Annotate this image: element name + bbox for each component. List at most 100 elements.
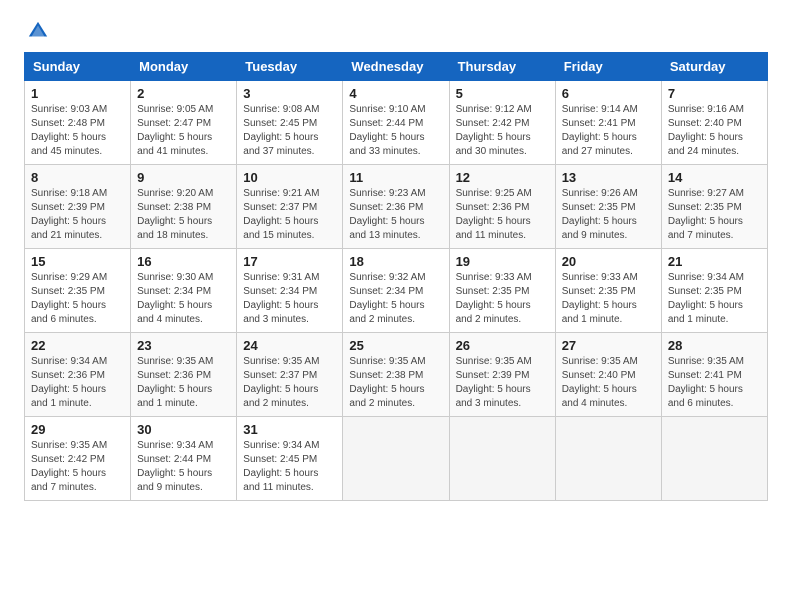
calendar-cell: 28 Sunrise: 9:35 AM Sunset: 2:41 PM Dayl…	[661, 333, 767, 417]
day-info: Sunrise: 9:21 AM Sunset: 2:37 PM Dayligh…	[243, 187, 336, 243]
calendar-cell: 27 Sunrise: 9:35 AM Sunset: 2:40 PM Dayl…	[555, 333, 661, 417]
day-number: 19	[456, 254, 549, 269]
day-info: Sunrise: 9:29 AM Sunset: 2:35 PM Dayligh…	[31, 271, 124, 327]
calendar-cell: 7 Sunrise: 9:16 AM Sunset: 2:40 PM Dayli…	[661, 81, 767, 165]
day-info: Sunrise: 9:33 AM Sunset: 2:35 PM Dayligh…	[456, 271, 549, 327]
calendar-cell: 20 Sunrise: 9:33 AM Sunset: 2:35 PM Dayl…	[555, 249, 661, 333]
day-header-tuesday: Tuesday	[237, 53, 343, 81]
day-number: 10	[243, 170, 336, 185]
day-number: 11	[349, 170, 442, 185]
calendar-cell: 17 Sunrise: 9:31 AM Sunset: 2:34 PM Dayl…	[237, 249, 343, 333]
day-info: Sunrise: 9:34 AM Sunset: 2:35 PM Dayligh…	[668, 271, 761, 327]
day-number: 17	[243, 254, 336, 269]
day-header-friday: Friday	[555, 53, 661, 81]
day-number: 7	[668, 86, 761, 101]
calendar-cell: 23 Sunrise: 9:35 AM Sunset: 2:36 PM Dayl…	[131, 333, 237, 417]
day-info: Sunrise: 9:31 AM Sunset: 2:34 PM Dayligh…	[243, 271, 336, 327]
day-info: Sunrise: 9:27 AM Sunset: 2:35 PM Dayligh…	[668, 187, 761, 243]
calendar-cell: 2 Sunrise: 9:05 AM Sunset: 2:47 PM Dayli…	[131, 81, 237, 165]
day-info: Sunrise: 9:18 AM Sunset: 2:39 PM Dayligh…	[31, 187, 124, 243]
calendar-cell: 15 Sunrise: 9:29 AM Sunset: 2:35 PM Dayl…	[25, 249, 131, 333]
day-info: Sunrise: 9:35 AM Sunset: 2:39 PM Dayligh…	[456, 355, 549, 411]
calendar-cell: 21 Sunrise: 9:34 AM Sunset: 2:35 PM Dayl…	[661, 249, 767, 333]
day-number: 14	[668, 170, 761, 185]
day-number: 28	[668, 338, 761, 353]
day-info: Sunrise: 9:35 AM Sunset: 2:37 PM Dayligh…	[243, 355, 336, 411]
day-info: Sunrise: 9:35 AM Sunset: 2:36 PM Dayligh…	[137, 355, 230, 411]
day-info: Sunrise: 9:30 AM Sunset: 2:34 PM Dayligh…	[137, 271, 230, 327]
calendar-cell: 5 Sunrise: 9:12 AM Sunset: 2:42 PM Dayli…	[449, 81, 555, 165]
calendar-cell	[343, 417, 449, 501]
day-info: Sunrise: 9:08 AM Sunset: 2:45 PM Dayligh…	[243, 103, 336, 159]
day-number: 21	[668, 254, 761, 269]
day-header-sunday: Sunday	[25, 53, 131, 81]
day-info: Sunrise: 9:34 AM Sunset: 2:44 PM Dayligh…	[137, 439, 230, 495]
day-number: 12	[456, 170, 549, 185]
calendar-cell: 3 Sunrise: 9:08 AM Sunset: 2:45 PM Dayli…	[237, 81, 343, 165]
day-info: Sunrise: 9:16 AM Sunset: 2:40 PM Dayligh…	[668, 103, 761, 159]
calendar-cell: 1 Sunrise: 9:03 AM Sunset: 2:48 PM Dayli…	[25, 81, 131, 165]
day-info: Sunrise: 9:32 AM Sunset: 2:34 PM Dayligh…	[349, 271, 442, 327]
day-header-saturday: Saturday	[661, 53, 767, 81]
calendar-cell: 10 Sunrise: 9:21 AM Sunset: 2:37 PM Dayl…	[237, 165, 343, 249]
day-info: Sunrise: 9:33 AM Sunset: 2:35 PM Dayligh…	[562, 271, 655, 327]
calendar-cell: 8 Sunrise: 9:18 AM Sunset: 2:39 PM Dayli…	[25, 165, 131, 249]
calendar-cell	[555, 417, 661, 501]
calendar-cell: 30 Sunrise: 9:34 AM Sunset: 2:44 PM Dayl…	[131, 417, 237, 501]
calendar-cell: 31 Sunrise: 9:34 AM Sunset: 2:45 PM Dayl…	[237, 417, 343, 501]
day-number: 22	[31, 338, 124, 353]
day-info: Sunrise: 9:34 AM Sunset: 2:36 PM Dayligh…	[31, 355, 124, 411]
day-info: Sunrise: 9:35 AM Sunset: 2:40 PM Dayligh…	[562, 355, 655, 411]
day-number: 27	[562, 338, 655, 353]
day-info: Sunrise: 9:25 AM Sunset: 2:36 PM Dayligh…	[456, 187, 549, 243]
day-info: Sunrise: 9:03 AM Sunset: 2:48 PM Dayligh…	[31, 103, 124, 159]
day-header-wednesday: Wednesday	[343, 53, 449, 81]
calendar-cell: 18 Sunrise: 9:32 AM Sunset: 2:34 PM Dayl…	[343, 249, 449, 333]
day-number: 2	[137, 86, 230, 101]
day-number: 26	[456, 338, 549, 353]
day-number: 9	[137, 170, 230, 185]
day-number: 8	[31, 170, 124, 185]
day-header-monday: Monday	[131, 53, 237, 81]
logo	[24, 20, 49, 42]
day-number: 30	[137, 422, 230, 437]
calendar-cell: 19 Sunrise: 9:33 AM Sunset: 2:35 PM Dayl…	[449, 249, 555, 333]
day-info: Sunrise: 9:35 AM Sunset: 2:38 PM Dayligh…	[349, 355, 442, 411]
calendar-cell: 12 Sunrise: 9:25 AM Sunset: 2:36 PM Dayl…	[449, 165, 555, 249]
day-info: Sunrise: 9:26 AM Sunset: 2:35 PM Dayligh…	[562, 187, 655, 243]
day-number: 18	[349, 254, 442, 269]
calendar-cell: 11 Sunrise: 9:23 AM Sunset: 2:36 PM Dayl…	[343, 165, 449, 249]
day-number: 13	[562, 170, 655, 185]
day-number: 25	[349, 338, 442, 353]
day-number: 15	[31, 254, 124, 269]
calendar-cell: 29 Sunrise: 9:35 AM Sunset: 2:42 PM Dayl…	[25, 417, 131, 501]
day-info: Sunrise: 9:35 AM Sunset: 2:41 PM Dayligh…	[668, 355, 761, 411]
calendar-cell: 24 Sunrise: 9:35 AM Sunset: 2:37 PM Dayl…	[237, 333, 343, 417]
calendar-cell	[449, 417, 555, 501]
day-info: Sunrise: 9:23 AM Sunset: 2:36 PM Dayligh…	[349, 187, 442, 243]
calendar-cell	[661, 417, 767, 501]
day-number: 23	[137, 338, 230, 353]
day-number: 31	[243, 422, 336, 437]
day-info: Sunrise: 9:35 AM Sunset: 2:42 PM Dayligh…	[31, 439, 124, 495]
day-number: 6	[562, 86, 655, 101]
calendar-cell: 13 Sunrise: 9:26 AM Sunset: 2:35 PM Dayl…	[555, 165, 661, 249]
logo-icon	[27, 20, 49, 42]
day-info: Sunrise: 9:20 AM Sunset: 2:38 PM Dayligh…	[137, 187, 230, 243]
day-info: Sunrise: 9:10 AM Sunset: 2:44 PM Dayligh…	[349, 103, 442, 159]
day-number: 16	[137, 254, 230, 269]
day-number: 29	[31, 422, 124, 437]
day-info: Sunrise: 9:05 AM Sunset: 2:47 PM Dayligh…	[137, 103, 230, 159]
calendar-cell: 16 Sunrise: 9:30 AM Sunset: 2:34 PM Dayl…	[131, 249, 237, 333]
day-number: 20	[562, 254, 655, 269]
day-info: Sunrise: 9:34 AM Sunset: 2:45 PM Dayligh…	[243, 439, 336, 495]
day-info: Sunrise: 9:14 AM Sunset: 2:41 PM Dayligh…	[562, 103, 655, 159]
calendar-cell: 6 Sunrise: 9:14 AM Sunset: 2:41 PM Dayli…	[555, 81, 661, 165]
day-number: 4	[349, 86, 442, 101]
day-number: 3	[243, 86, 336, 101]
calendar-table: SundayMondayTuesdayWednesdayThursdayFrid…	[24, 52, 768, 501]
day-info: Sunrise: 9:12 AM Sunset: 2:42 PM Dayligh…	[456, 103, 549, 159]
calendar-cell: 26 Sunrise: 9:35 AM Sunset: 2:39 PM Dayl…	[449, 333, 555, 417]
calendar-cell: 25 Sunrise: 9:35 AM Sunset: 2:38 PM Dayl…	[343, 333, 449, 417]
calendar-cell: 4 Sunrise: 9:10 AM Sunset: 2:44 PM Dayli…	[343, 81, 449, 165]
